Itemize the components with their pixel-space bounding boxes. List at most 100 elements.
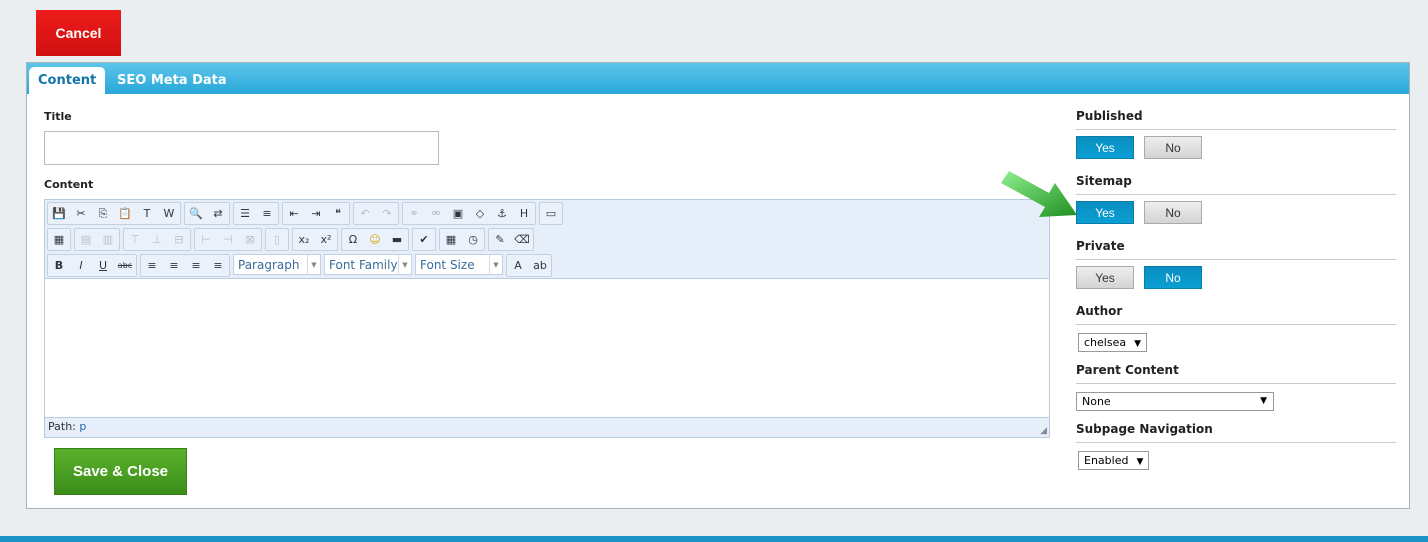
green-arrow-icon (1001, 171, 1077, 217)
strikethrough-icon[interactable]: abc (114, 255, 136, 276)
private-yes-button[interactable]: Yes (1076, 266, 1134, 289)
underline-icon[interactable]: U (92, 255, 114, 276)
find-icon[interactable]: 🔍 (185, 203, 207, 224)
dropdown-arrow-icon: ▼ (489, 255, 502, 274)
link-icon[interactable]: ⚭ (403, 203, 425, 224)
remove-format-icon[interactable]: ⌫ (511, 229, 533, 250)
dropdown-arrow-icon: ▼ (1136, 457, 1144, 467)
bold-icon[interactable]: B (48, 255, 70, 276)
private-section: Private Yes No (1076, 239, 1396, 289)
tab-content[interactable]: Content (29, 67, 106, 95)
insert-row-after-icon[interactable]: ⊥ (146, 229, 168, 250)
cut-icon[interactable]: ✂ (70, 203, 92, 224)
paste-word-icon[interactable]: W (158, 203, 180, 224)
toolbar-group: ▯ (265, 228, 289, 251)
font-family-select[interactable]: Font Family ▼ (324, 254, 412, 275)
italic-icon[interactable]: I (70, 255, 92, 276)
path-label: Path: (48, 420, 76, 433)
sitemap-yes-button[interactable]: Yes (1076, 201, 1134, 224)
resize-handle-icon[interactable]: ◢ (1040, 426, 1047, 436)
text-color-icon[interactable]: A (507, 255, 529, 276)
parent-content-select[interactable]: None ▼ (1076, 392, 1274, 411)
path-value[interactable]: p (79, 420, 86, 433)
emoticon-icon[interactable]: ☺ (364, 229, 386, 250)
anchor-icon[interactable]: ⚓ (491, 203, 513, 224)
delete-col-icon[interactable]: ⊠ (239, 229, 261, 250)
toolbar-group: 💾 ✂ ⎘ 📋 T W (47, 202, 181, 225)
align-justify-icon[interactable]: ≡ (207, 255, 229, 276)
cell-props-icon[interactable]: ▥ (97, 229, 119, 250)
title-input[interactable] (44, 131, 439, 165)
paste-text-icon[interactable]: T (136, 203, 158, 224)
subpage-navigation-section: Subpage Navigation Enabled ▼ (1076, 422, 1396, 470)
content-label: Content (44, 178, 94, 191)
published-label: Published (1076, 109, 1396, 130)
subpage-navigation-label: Subpage Navigation (1076, 422, 1396, 443)
author-select[interactable]: chelsea ▼ (1078, 333, 1148, 352)
toolbar-group: ⇤ ⇥ ❝ (282, 202, 350, 225)
paste-icon[interactable]: 📋 (114, 203, 136, 224)
table-icon[interactable]: ▦ (48, 229, 70, 250)
toolbar-group: ⚭ ⚮ ▣ ◇ ⚓ H (402, 202, 536, 225)
toolbar-group: 🔍 ⇄ (184, 202, 230, 225)
copy-icon[interactable]: ⎘ (92, 203, 114, 224)
horizontal-rule-icon[interactable]: ▬ (386, 229, 408, 250)
code-icon[interactable]: ◇ (469, 203, 491, 224)
highlight-color-icon[interactable]: ab (529, 255, 551, 276)
row-props-icon[interactable]: ▤ (75, 229, 97, 250)
published-yes-button[interactable]: Yes (1076, 136, 1134, 159)
toolbar-group: Aab (506, 254, 552, 277)
sitemap-no-button[interactable]: No (1144, 201, 1202, 224)
toolbar-group: ↶ ↷ (353, 202, 399, 225)
save-icon[interactable]: 💾 (48, 203, 70, 224)
insert-row-before-icon[interactable]: ⊤ (124, 229, 146, 250)
cleanup-icon[interactable]: ✎ (489, 229, 511, 250)
editor-path: Path: p (48, 420, 86, 433)
insert-time-icon[interactable]: ◷ (462, 229, 484, 250)
align-left-icon[interactable]: ≡ (141, 255, 163, 276)
blockquote-icon[interactable]: ❝ (327, 203, 349, 224)
superscript-icon[interactable]: x² (315, 229, 337, 250)
outdent-icon[interactable]: ⇤ (283, 203, 305, 224)
redo-icon[interactable]: ↷ (376, 203, 398, 224)
private-no-button[interactable]: No (1144, 266, 1202, 289)
save-and-close-button[interactable]: Save & Close (54, 448, 187, 495)
cancel-button[interactable]: Cancel (36, 10, 121, 56)
toolbar-group: B I Uabc (47, 254, 137, 277)
insert-date-icon[interactable]: ▦ (440, 229, 462, 250)
align-center-icon[interactable]: ≡ (163, 255, 185, 276)
merge-cells-icon[interactable]: ▯ (266, 229, 288, 250)
fullscreen-icon[interactable]: ▭ (540, 203, 562, 224)
content-panel: Content SEO Meta Data Title Content 💾 ✂ ⎘ 📋… (26, 62, 1410, 509)
special-char-icon[interactable]: Ω (342, 229, 364, 250)
spellcheck-icon[interactable]: ✔ (413, 229, 435, 250)
toolbar-group: ▦ ◷ (439, 228, 485, 251)
toolbar-group: ▦ (47, 228, 71, 251)
delete-row-icon[interactable]: ⊟ (168, 229, 190, 250)
bullet-list-icon[interactable]: ☰ (234, 203, 256, 224)
insert-col-before-icon[interactable]: ⊢ (195, 229, 217, 250)
paragraph-select[interactable]: Paragraph ▼ (233, 254, 321, 275)
undo-icon[interactable]: ↶ (354, 203, 376, 224)
dropdown-arrow-icon: ▼ (307, 255, 320, 274)
subpage-navigation-select[interactable]: Enabled ▼ (1078, 451, 1150, 470)
editor-body[interactable] (45, 278, 1049, 418)
insert-col-after-icon[interactable]: ⊣ (217, 229, 239, 250)
published-no-button[interactable]: No (1144, 136, 1202, 159)
published-section: Published Yes No (1076, 109, 1396, 159)
numbered-list-icon[interactable]: ≡ (256, 203, 278, 224)
toolbar-row-3: B I Uabc ≡ ≡ ≡ ≡ Paragraph ▼ Font Family ▼ Font Siz… (47, 254, 555, 277)
html-icon[interactable]: H (513, 203, 535, 224)
indent-icon[interactable]: ⇥ (305, 203, 327, 224)
replace-icon[interactable]: ⇄ (207, 203, 229, 224)
unlink-icon[interactable]: ⚮ (425, 203, 447, 224)
dropdown-arrow-icon: ▼ (1260, 396, 1267, 406)
font-size-select[interactable]: Font Size ▼ (415, 254, 503, 275)
tab-seo-meta-data[interactable]: SEO Meta Data (108, 67, 236, 95)
image-icon[interactable]: ▣ (447, 203, 469, 224)
toolbar-group: ✎ ⌫ (488, 228, 534, 251)
subscript-icon[interactable]: x₂ (293, 229, 315, 250)
align-right-icon[interactable]: ≡ (185, 255, 207, 276)
subpage-navigation-value: Enabled (1084, 454, 1129, 467)
parent-content-section: Parent Content None ▼ (1076, 363, 1396, 411)
